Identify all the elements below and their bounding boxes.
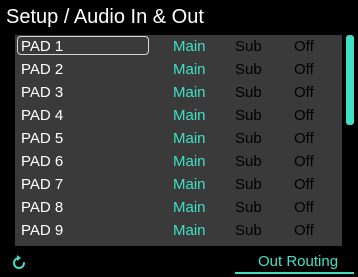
pad-name: PAD 4 bbox=[21, 107, 64, 124]
pad-name: PAD 7 bbox=[21, 176, 64, 193]
back-rotate-icon-svg bbox=[13, 255, 25, 269]
route-sub-option[interactable]: Sub bbox=[235, 219, 262, 242]
pad-name: PAD 6 bbox=[21, 153, 64, 170]
pad-name: PAD 5 bbox=[21, 130, 64, 147]
route-off-option[interactable]: Off bbox=[294, 219, 314, 242]
route-main-option[interactable]: Main bbox=[173, 81, 206, 104]
route-main-option[interactable]: Main bbox=[173, 150, 206, 173]
route-sub-option[interactable]: Sub bbox=[235, 81, 262, 104]
pad-name: PAD 3 bbox=[21, 84, 64, 101]
list-item[interactable]: PAD 8 Main Sub Off bbox=[15, 196, 342, 219]
route-main-option[interactable]: Main bbox=[173, 35, 206, 58]
route-off-option[interactable]: Off bbox=[294, 35, 314, 58]
route-main-option[interactable]: Main bbox=[173, 127, 206, 150]
tab-sub-out[interactable]: Sub Out bbox=[152, 251, 207, 273]
route-off-option[interactable]: Off bbox=[294, 196, 314, 219]
active-tab-indicator bbox=[235, 272, 354, 274]
list-item[interactable]: PAD 1 Main Sub Off bbox=[15, 35, 342, 58]
pad-name: PAD 9 bbox=[21, 222, 64, 239]
back-rotate-icon[interactable] bbox=[10, 254, 28, 272]
list-item[interactable]: PAD 3 Main Sub Off bbox=[15, 81, 342, 104]
route-off-option[interactable]: Off bbox=[294, 58, 314, 81]
list-item[interactable]: PAD 5 Main Sub Off bbox=[15, 127, 342, 150]
route-sub-option[interactable]: Sub bbox=[235, 196, 262, 219]
route-sub-option[interactable]: Sub bbox=[235, 35, 262, 58]
scrollbar-thumb[interactable] bbox=[346, 35, 354, 125]
route-off-option[interactable]: Off bbox=[294, 150, 314, 173]
route-main-option[interactable]: Main bbox=[173, 219, 206, 242]
route-sub-option[interactable]: Sub bbox=[235, 104, 262, 127]
route-main-option[interactable]: Main bbox=[173, 58, 206, 81]
route-off-option[interactable]: Off bbox=[294, 173, 314, 196]
pad-name: PAD 1 bbox=[21, 38, 64, 55]
bottom-tab-bar: Input Sub Out Out Routing bbox=[0, 251, 358, 275]
route-sub-option[interactable]: Sub bbox=[235, 173, 262, 196]
tab-out-routing[interactable]: Out Routing bbox=[258, 251, 338, 273]
route-off-option[interactable]: Off bbox=[294, 104, 314, 127]
route-main-option[interactable]: Main bbox=[173, 104, 206, 127]
route-sub-option[interactable]: Sub bbox=[235, 127, 262, 150]
list-item[interactable]: PAD 2 Main Sub Off bbox=[15, 58, 342, 81]
route-off-option[interactable]: Off bbox=[294, 127, 314, 150]
pad-name: PAD 2 bbox=[21, 61, 64, 78]
list-item[interactable]: PAD 6 Main Sub Off bbox=[15, 150, 342, 173]
setup-audio-screen: Setup / Audio In & Out PAD 1 Main Sub Of… bbox=[0, 0, 358, 275]
route-main-option[interactable]: Main bbox=[173, 196, 206, 219]
list-item[interactable]: PAD 4 Main Sub Off bbox=[15, 104, 342, 127]
route-sub-option[interactable]: Sub bbox=[235, 58, 262, 81]
tab-input[interactable]: Input bbox=[62, 251, 95, 273]
route-sub-option[interactable]: Sub bbox=[235, 150, 262, 173]
list-item[interactable]: PAD 7 Main Sub Off bbox=[15, 173, 342, 196]
route-main-option[interactable]: Main bbox=[173, 173, 206, 196]
route-off-option[interactable]: Off bbox=[294, 81, 314, 104]
output-routing-list: PAD 1 Main Sub Off PAD 2 Main Sub Off PA… bbox=[15, 35, 342, 246]
list-item[interactable]: PAD 9 Main Sub Off bbox=[15, 219, 342, 242]
pad-name: PAD 8 bbox=[21, 199, 64, 216]
page-title: Setup / Audio In & Out bbox=[6, 6, 204, 28]
